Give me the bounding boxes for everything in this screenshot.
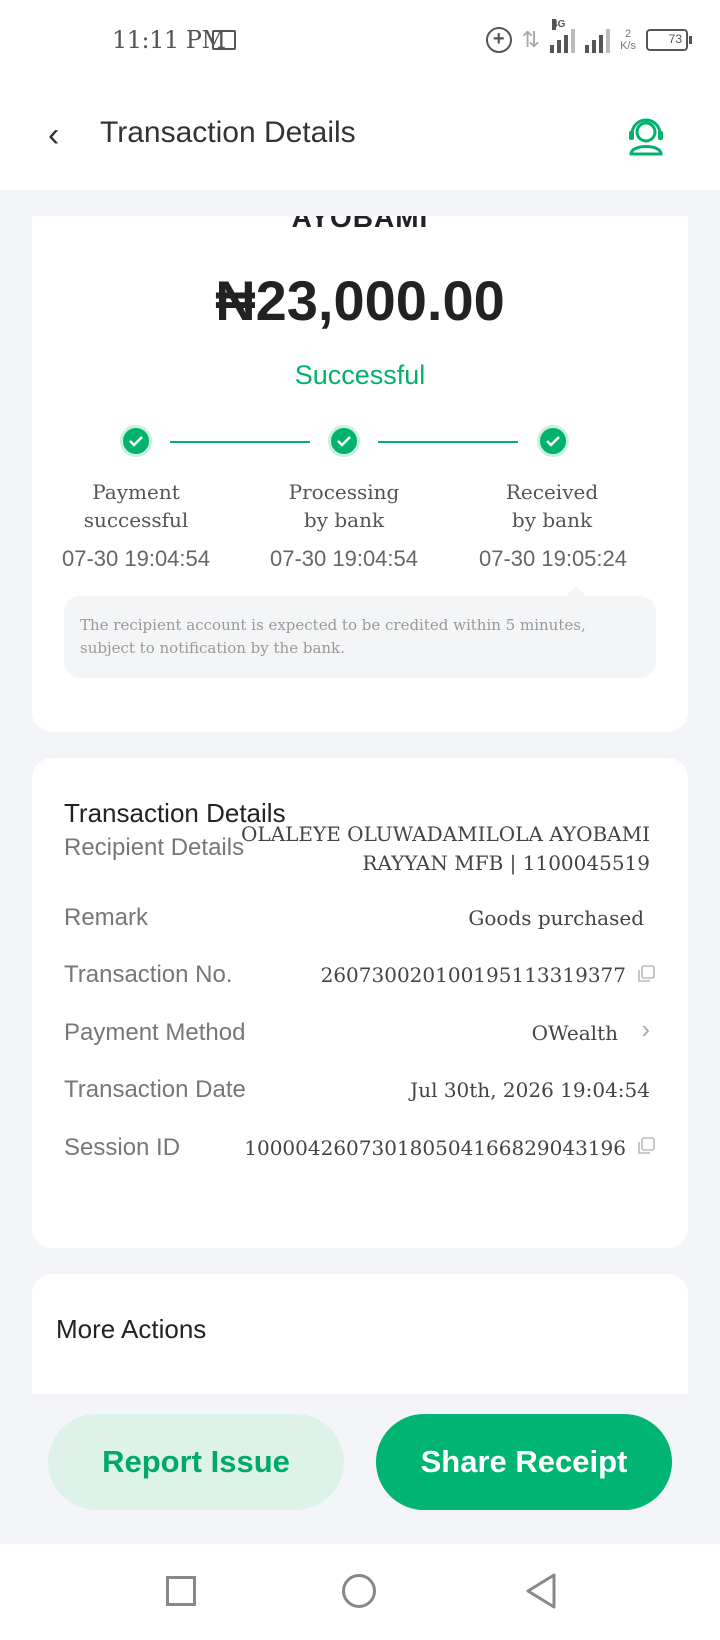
transaction-details-card: Transaction Details Recipient Details OL… xyxy=(32,758,688,1248)
app-header: ‹ Transaction Details xyxy=(0,80,720,190)
step-time-payment: 07-30 19:04:54 xyxy=(61,546,211,571)
battery-icon: 73 xyxy=(646,29,692,51)
recipient-value: OLALEYE OLUWADAMILOLA AYOBAMI RAYYAN MFB … xyxy=(241,822,650,875)
network-type: 4G xyxy=(552,19,566,30)
copy-icon[interactable] xyxy=(636,1136,656,1156)
payment-method-label: Payment Method xyxy=(64,1019,246,1046)
share-receipt-button[interactable]: Share Receipt xyxy=(376,1414,672,1510)
data-saver-icon: + xyxy=(485,27,512,53)
recents-icon[interactable] xyxy=(166,1576,196,1606)
network-speed: 2 K/s xyxy=(620,28,636,52)
payment-method-value[interactable]: OWealth xyxy=(532,1021,618,1045)
report-issue-button[interactable]: Report Issue xyxy=(48,1414,344,1510)
copy-icon[interactable] xyxy=(636,964,656,984)
transaction-summary-card: AYOBAMI ₦23,000.00 Successful Payment suc… xyxy=(32,216,688,732)
transaction-status: Successful xyxy=(294,360,426,390)
step-check-icon xyxy=(537,425,569,457)
transaction-amount: ₦23,000.00 xyxy=(215,269,505,332)
progress-line xyxy=(170,441,310,443)
credit-notice: The recipient account is expected to be … xyxy=(64,586,656,678)
step-check-icon xyxy=(120,425,152,457)
home-icon[interactable] xyxy=(342,1574,376,1608)
back-triangle-icon[interactable] xyxy=(524,1572,558,1610)
page-title: Transaction Details xyxy=(100,116,356,149)
recipient-name-partial: AYOBAMI xyxy=(291,216,429,233)
session-id-value: 100004260730180504166829043196 xyxy=(244,1136,626,1160)
progress-line xyxy=(378,441,518,443)
signal-strength-icon: 4G xyxy=(550,19,576,53)
step-label-processing: Processing by bank xyxy=(288,480,400,532)
remark-value: Goods purchased xyxy=(468,906,644,930)
transaction-date-value: Jul 30th, 2026 19:04:54 xyxy=(410,1078,650,1102)
step-time-processing: 07-30 19:04:54 xyxy=(269,546,419,571)
session-id-label: Session ID xyxy=(64,1134,181,1161)
recipient-label: Recipient Details xyxy=(64,834,245,861)
headset-support-icon[interactable] xyxy=(626,112,666,156)
back-chevron-icon[interactable]: ‹ xyxy=(48,118,59,152)
step-check-icon xyxy=(328,425,360,457)
chevron-right-icon[interactable]: › xyxy=(641,1014,650,1045)
status-time: 11:11 PM xyxy=(112,26,226,54)
screen-cast-icon xyxy=(212,30,236,50)
step-label-received: Received by bank xyxy=(505,480,599,532)
transaction-no-value: 260730020100195113319377 xyxy=(320,963,626,987)
status-icons: + ⇅ 4G 2 K/s 73 xyxy=(485,19,692,58)
signal-strength-icon-2 xyxy=(585,27,611,53)
data-transfer-icon: ⇅ xyxy=(521,27,541,52)
more-actions-card: More Actions xyxy=(32,1274,688,1394)
remark-label: Remark xyxy=(64,904,149,931)
step-label-payment: Payment successful xyxy=(83,480,189,532)
status-bar: 11:11 PM + ⇅ 4G 2 K/s 73 xyxy=(0,0,720,80)
step-time-received: 07-30 19:05:24 xyxy=(478,546,628,571)
transaction-no-label: Transaction No. xyxy=(64,961,233,988)
transaction-date-label: Transaction Date xyxy=(64,1076,246,1103)
more-actions-title: More Actions xyxy=(56,1314,207,1344)
system-nav-bar xyxy=(0,1544,720,1640)
